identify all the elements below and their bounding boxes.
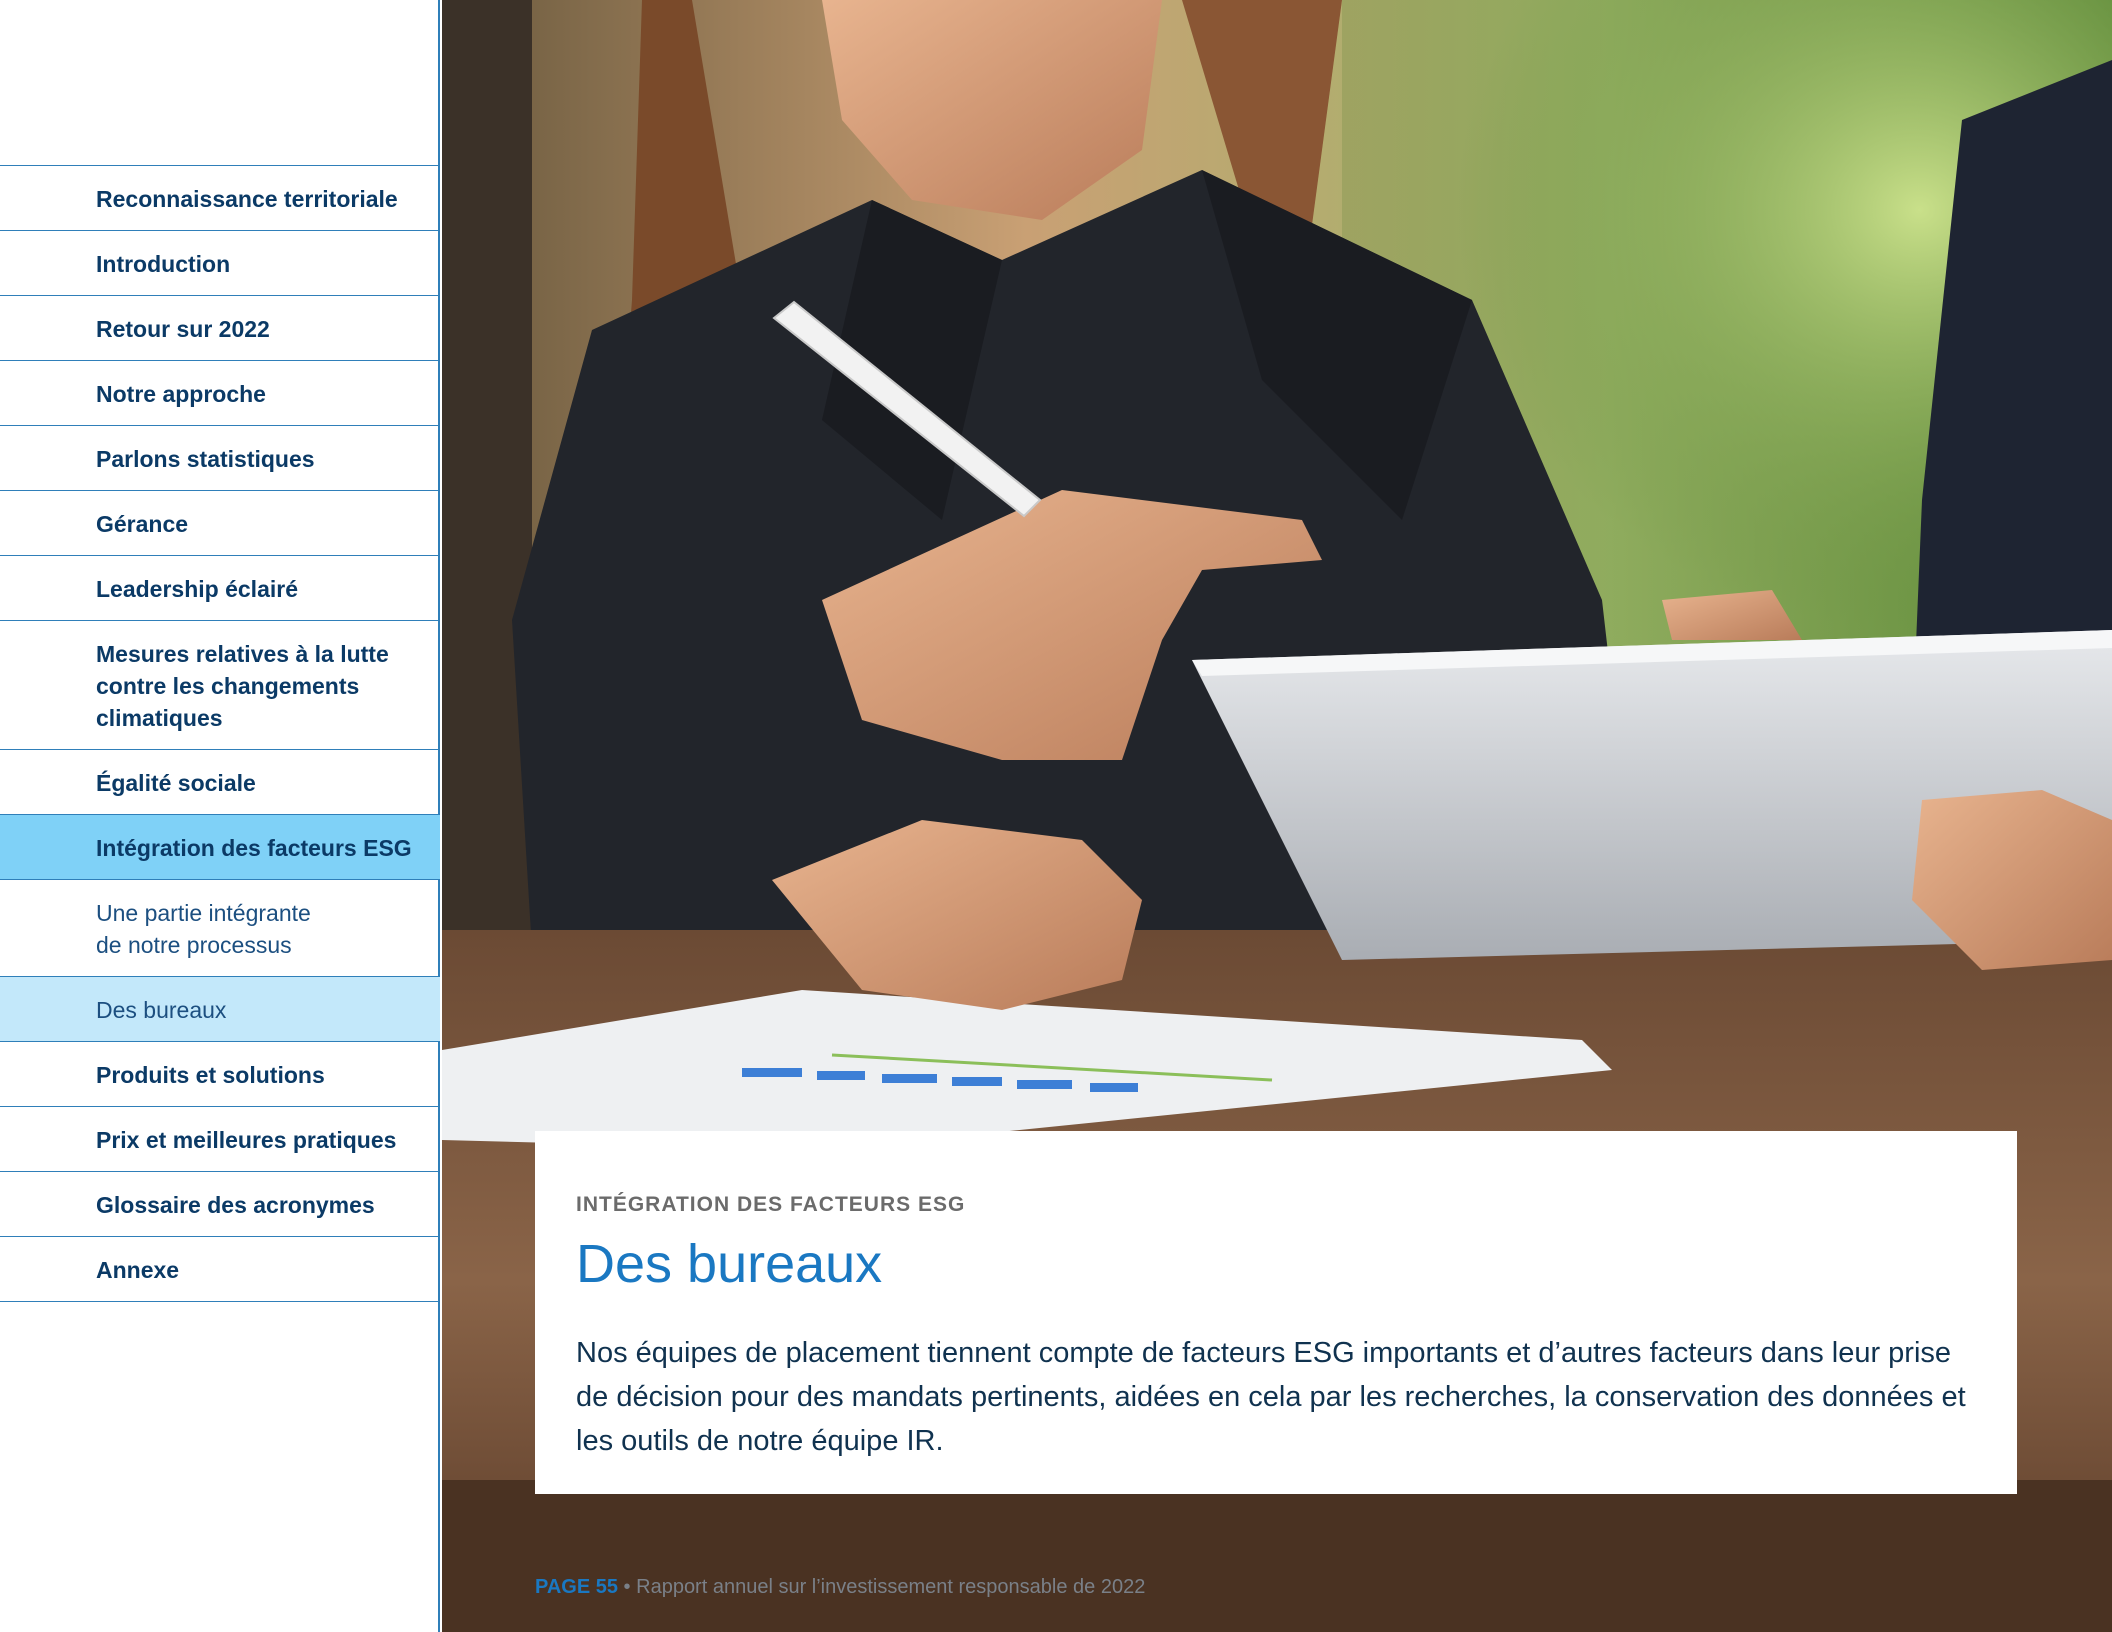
nav-item-prix-meilleures-pratiques[interactable]: Prix et meilleures pratiques bbox=[0, 1107, 440, 1172]
nav-item-annexe[interactable]: Annexe bbox=[0, 1237, 440, 1302]
report-title: Rapport annuel sur l’investissement resp… bbox=[636, 1576, 1146, 1598]
nav-item-leadership-eclaire[interactable]: Leadership éclairé bbox=[0, 556, 440, 621]
nav-item-gerance[interactable]: Gérance bbox=[0, 491, 440, 556]
nav-item-changements-climatiques[interactable]: Mesures relatives à la lutte contre les … bbox=[0, 621, 440, 750]
footer-separator: • bbox=[618, 1576, 637, 1598]
nav-subitem-partie-integrante[interactable]: Une partie intégrante de notre processus bbox=[0, 880, 440, 977]
table-of-contents: Reconnaissance territoriale Introduction… bbox=[0, 165, 440, 1302]
body-paragraph: Nos équipes de placement tiennent compte… bbox=[576, 1337, 1966, 1457]
section-eyebrow: INTÉGRATION DES FACTEURS ESG bbox=[576, 1193, 966, 1216]
nav-item-egalite-sociale[interactable]: Égalité sociale bbox=[0, 750, 440, 815]
page-footer: PAGE 55 • Rapport annuel sur l’investiss… bbox=[535, 1574, 1145, 1600]
nav-item-glossaire-acronymes[interactable]: Glossaire des acronymes bbox=[0, 1172, 440, 1237]
content-card: INTÉGRATION DES FACTEURS ESG Des bureaux… bbox=[535, 1131, 2017, 1494]
nav-item-reconnaissance-territoriale[interactable]: Reconnaissance territoriale bbox=[0, 166, 440, 231]
nav-item-retour-sur-2022[interactable]: Retour sur 2022 bbox=[0, 296, 440, 361]
page-title: Des bureaux bbox=[576, 1234, 883, 1294]
nav-subitem-des-bureaux-current[interactable]: Des bureaux bbox=[0, 977, 440, 1042]
nav-item-notre-approche[interactable]: Notre approche bbox=[0, 361, 440, 426]
nav-item-integration-esg-active[interactable]: Intégration des facteurs ESG bbox=[0, 815, 440, 880]
nav-item-parlons-statistiques[interactable]: Parlons statistiques bbox=[0, 426, 440, 491]
sidebar-navigation: Reconnaissance territoriale Introduction… bbox=[0, 0, 440, 1632]
nav-item-produits-solutions[interactable]: Produits et solutions bbox=[0, 1042, 440, 1107]
nav-item-introduction[interactable]: Introduction bbox=[0, 231, 440, 296]
page-number: PAGE 55 bbox=[535, 1576, 618, 1598]
